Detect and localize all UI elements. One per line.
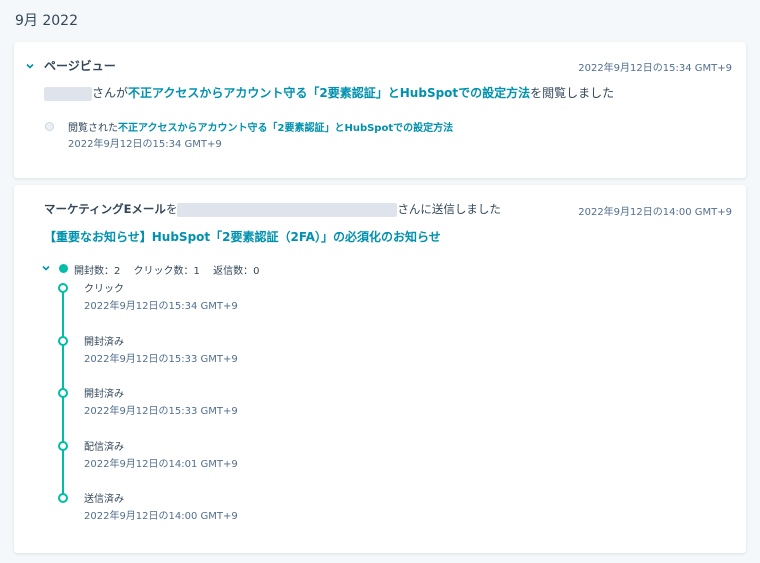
activity-timestamp: 2022年9月12日の15:34 GMT+9 — [578, 63, 732, 74]
timeline-event-dot — [58, 388, 68, 398]
email-title-mid: を — [165, 202, 178, 216]
summary-suffix: さんが — [92, 86, 129, 100]
timeline-event-time: 2022年9月12日の15:34 GMT+9 — [84, 301, 238, 312]
timeline-event-time: 2022年9月12日の14:00 GMT+9 — [84, 511, 238, 522]
timeline-event-label: クリック — [84, 284, 124, 295]
email-subject-row: 【重要なお知らせ】HubSpot「2要素認証（2FA）」の必須化のお知らせ — [44, 228, 441, 245]
recipient-redacted — [177, 202, 398, 217]
chevron-down-icon[interactable] — [24, 60, 36, 72]
timeline-event-time: 2022年9月12日の15:33 GMT+9 — [84, 353, 238, 365]
detail-page-link[interactable]: 不正アクセスからアカウント守る「2要素認証」とHubSpotでの設定方法 — [118, 123, 453, 134]
summary-end: を閲覧しました — [530, 86, 615, 100]
email-subject-link[interactable]: 【重要なお知らせ】HubSpot「2要素認証（2FA）」の必須化のお知らせ — [44, 230, 441, 244]
detail-timestamp: 2022年9月12日の15:34 GMT+9 — [68, 139, 222, 150]
chevron-down-icon[interactable] — [40, 262, 52, 274]
page-link[interactable]: 不正アクセスからアカウント守る「2要素認証」とHubSpotでの設定方法 — [128, 86, 530, 100]
detail-prefix: 閲覧された — [68, 123, 118, 134]
email-activity-card: マーケティングEメールを さんに送信しました 2022年9月12日の14:00 G… — [14, 185, 746, 553]
pageview-summary: さんが不正アクセスからアカウント守る「2要素認証」とHubSpotでの設定方法を… — [44, 84, 614, 101]
contact-name-redacted — [44, 86, 92, 101]
email-title-prefix: マーケティングEメール — [44, 202, 166, 216]
timeline-event-dot — [58, 335, 68, 346]
timeline-event-dot — [58, 493, 68, 503]
email-stats: 開封数：2 クリック数：1 返信数：0 — [74, 266, 260, 277]
email-title: マーケティングEメールを さんに送信しました — [44, 201, 501, 217]
timeline-event-dot — [58, 283, 68, 293]
timeline-event-label: 送信済み — [84, 494, 124, 505]
timeline-event-label: 開封済み — [84, 389, 124, 400]
timeline-event-label: 配信済み — [84, 441, 124, 453]
pageview-activity-card: ページビュー 2022年9月12日の15:34 GMT+9 さんが不正アクセスか… — [14, 42, 746, 178]
timeline-event-time: 2022年9月12日の14:01 GMT+9 — [84, 458, 238, 470]
email-timestamp: 2022年9月12日の14:00 GMT+9 — [578, 207, 732, 218]
pageview-detail: 閲覧された不正アクセスからアカウント守る「2要素認証」とHubSpotでの設定方… — [68, 119, 453, 134]
stats-dot — [59, 264, 68, 273]
timeline-event-time: 2022年9月12日の15:33 GMT+9 — [84, 406, 238, 417]
timeline-event-dot — [58, 440, 68, 451]
email-title-suffix: さんに送信しました — [397, 202, 501, 216]
month-header: 9月 2022 — [15, 13, 78, 29]
activity-title: ページビュー — [44, 59, 116, 73]
timeline-event-label: 開封済み — [84, 336, 124, 348]
timeline-dot — [45, 122, 54, 131]
